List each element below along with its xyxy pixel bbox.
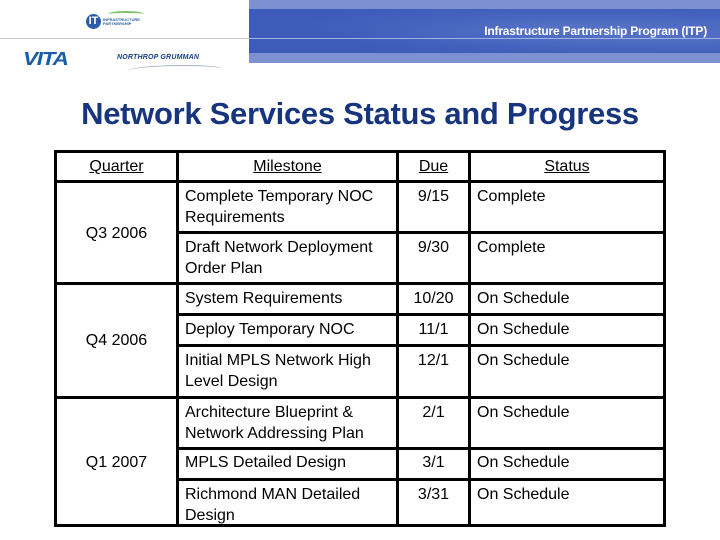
itp-logo-icon: IT: [86, 14, 101, 29]
row-divider: [176, 478, 663, 481]
vita-logo: VITA: [23, 49, 69, 69]
milestone-cell: Architecture Blueprint & Network Address…: [185, 404, 364, 442]
milestone-table: Quarter Milestone Due Status Q3 2006 Q4 …: [54, 150, 666, 527]
header-divider: [0, 38, 249, 39]
status-cell: On Schedule: [477, 321, 570, 338]
row-divider: [176, 231, 663, 234]
itp-logo-text: INFRASTRUCTURE PARTNERSHIP: [103, 16, 140, 26]
due-cell: 2/1: [422, 404, 445, 421]
row-divider: [176, 344, 663, 347]
quarter-cell: Q1 2007: [85, 454, 148, 471]
program-title: Infrastructure Partnership Program (ITP): [484, 24, 707, 38]
due-cell: 11/1: [418, 321, 449, 338]
row-divider: [176, 313, 663, 316]
column-header-due: Due: [418, 158, 449, 175]
due-cell: 3/31: [417, 486, 450, 503]
milestone-cell: System Requirements: [185, 290, 343, 307]
status-cell: Complete: [477, 239, 546, 256]
column-header-quarter: Quarter: [89, 158, 144, 175]
header-divider-line: [57, 180, 663, 183]
due-cell: 9/30: [417, 239, 450, 256]
milestone-cell: Complete Temporary NOC Requirements: [185, 188, 374, 226]
quarter-divider: [57, 396, 663, 399]
status-cell: Complete: [477, 188, 546, 205]
milestone-cell: MPLS Detailed Design: [185, 454, 346, 471]
status-cell: On Schedule: [477, 404, 570, 421]
quarter-cell: Q3 2006: [85, 225, 148, 242]
row-divider: [176, 447, 663, 450]
due-cell: 10/20: [413, 290, 454, 307]
due-cell: 12/1: [417, 352, 450, 369]
quarter-divider: [57, 282, 663, 285]
column-divider: [176, 153, 179, 524]
northrop-grumman-logo: NORTHROP GRUMMAN: [117, 54, 200, 61]
page-title: Network Services Status and Progress: [81, 96, 639, 131]
milestone-cell: Deploy Temporary NOC: [185, 321, 355, 338]
itp-swoosh-icon: [108, 11, 144, 17]
northrop-swoosh-icon: [128, 65, 223, 75]
quarter-cell: Q4 2006: [85, 332, 148, 349]
status-cell: On Schedule: [477, 352, 570, 369]
milestone-cell: Initial MPLS Network High Level Design: [185, 352, 371, 390]
column-header-status: Status: [544, 158, 590, 175]
milestone-cell: Draft Network Deployment Order Plan: [185, 239, 373, 277]
milestone-cell: Richmond MAN Detailed Design: [185, 486, 361, 524]
column-divider: [468, 153, 471, 524]
status-cell: On Schedule: [477, 290, 570, 307]
header-banner: Infrastructure Partnership Program (ITP): [249, 0, 720, 63]
itp-logo: IT INFRASTRUCTURE PARTNERSHIP: [86, 11, 145, 29]
due-cell: 3/1: [422, 454, 445, 471]
status-cell: On Schedule: [477, 454, 570, 471]
due-cell: 9/15: [417, 188, 450, 205]
status-cell: On Schedule: [477, 486, 570, 503]
column-header-milestone: Milestone: [253, 158, 322, 175]
